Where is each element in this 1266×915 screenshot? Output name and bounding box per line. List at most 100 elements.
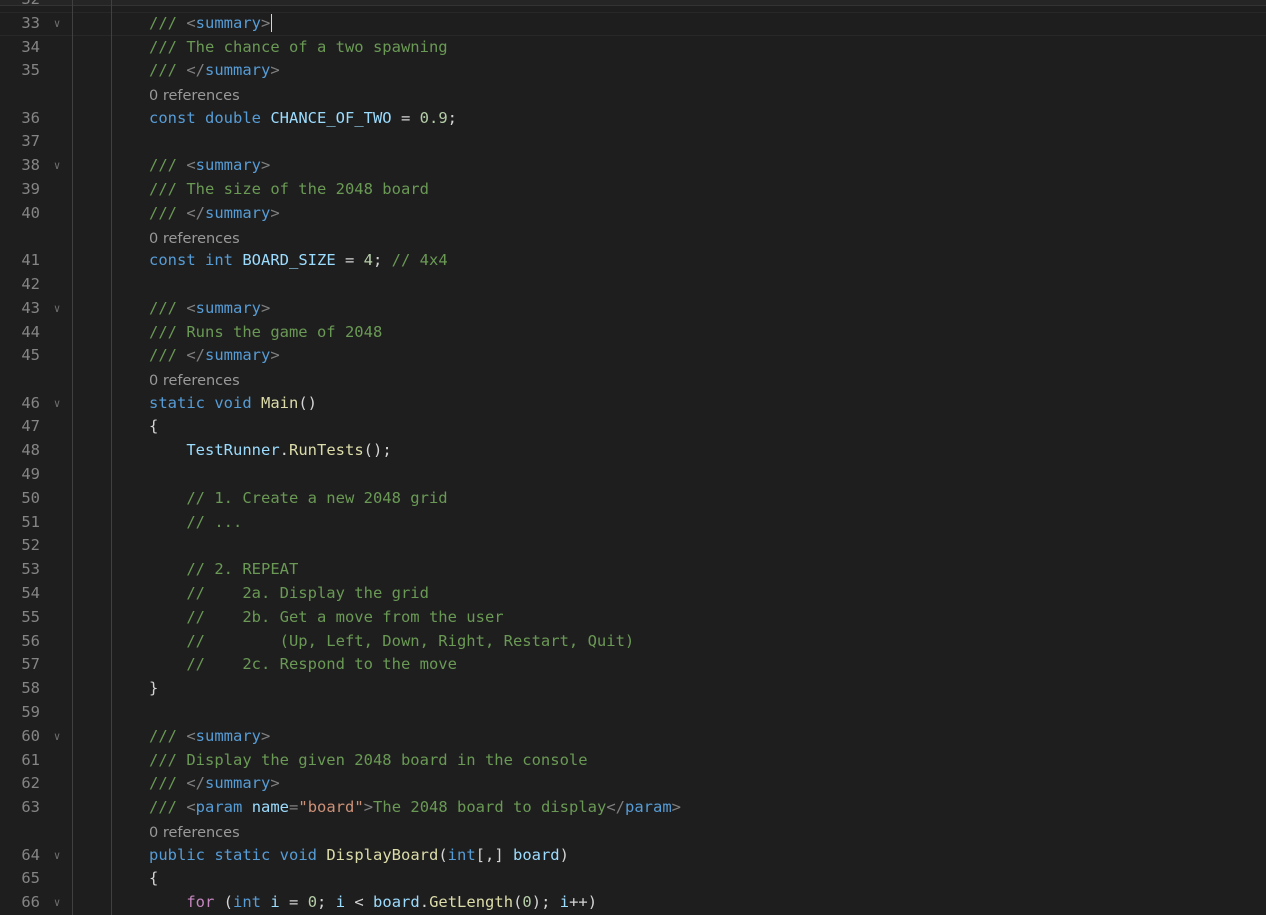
code-line[interactable]: 32 — [0, 0, 1266, 12]
indent-guide — [72, 891, 73, 915]
code-line[interactable]: 57 // 2c. Respond to the move — [0, 653, 1266, 678]
code-token: < — [186, 798, 196, 817]
line-code[interactable]: TestRunner.RunTests(); — [149, 439, 391, 463]
line-code[interactable]: // 2. REPEAT — [149, 558, 298, 582]
chevron-down-icon[interactable]: ∨ — [50, 12, 64, 36]
code-lens-references[interactable]: 0 references — [149, 226, 240, 252]
code-token: summary — [205, 774, 271, 793]
code-token: /// — [149, 298, 187, 317]
code-line[interactable]: 55 // 2b. Get a move from the user — [0, 605, 1266, 630]
code-lens-references[interactable]: 0 references — [149, 368, 240, 394]
line-code[interactable]: /// <summary> — [149, 297, 270, 321]
code-line[interactable]: 63/// <param name="board">The 2048 board… — [0, 796, 1266, 820]
indent-guide — [111, 296, 112, 321]
line-code[interactable]: // 1. Create a new 2048 grid — [149, 487, 447, 511]
line-code[interactable]: /// The chance of a two spawning — [149, 36, 448, 60]
line-code[interactable]: public static void DisplayBoard(int[,] b… — [149, 844, 569, 868]
code-lens-row[interactable]: 0 references — [0, 225, 1266, 252]
code-token: void — [214, 393, 261, 412]
indent-guide — [72, 463, 73, 487]
line-code[interactable]: /// </summary> — [149, 59, 280, 83]
line-code[interactable]: // 2c. Respond to the move — [149, 653, 457, 677]
code-token: ( — [438, 845, 448, 864]
indent-guide — [72, 225, 73, 250]
chevron-down-icon[interactable]: ∨ — [50, 725, 64, 749]
chevron-down-icon[interactable]: ∨ — [50, 154, 64, 178]
code-lens-row[interactable]: 0 references — [0, 820, 1266, 844]
indent-guide — [111, 534, 112, 559]
code-line[interactable]: 50 // 1. Create a new 2048 grid — [0, 486, 1266, 511]
line-code[interactable]: // 2b. Get a move from the user — [149, 606, 503, 630]
line-code[interactable]: { — [149, 867, 158, 891]
code-line[interactable]: 48 TestRunner.RunTests(); — [0, 439, 1266, 464]
code-line[interactable]: 38 ∨ /// <summary> — [0, 154, 1266, 179]
line-code[interactable]: // 2a. Display the grid — [149, 582, 429, 606]
code-line[interactable]: 47 { — [0, 415, 1266, 440]
code-token: 0.9 — [419, 108, 448, 127]
code-lens-references[interactable]: 0 references — [149, 83, 240, 109]
code-line[interactable]: 44 /// Runs the game of 2048 — [0, 320, 1266, 345]
code-line[interactable]: 40 /// </summary> — [0, 201, 1266, 226]
line-code[interactable]: // (Up, Left, Down, Right, Restart, Quit… — [149, 630, 634, 654]
code-line[interactable]: 59 — [0, 701, 1266, 725]
line-number: 57 — [21, 655, 40, 674]
code-line[interactable]: 51 // ... — [0, 510, 1266, 535]
code-line[interactable]: 54 // 2a. Display the grid — [0, 582, 1266, 606]
line-code[interactable]: /// <param name="board">The 2048 board t… — [149, 796, 681, 820]
line-code[interactable]: /// </summary> — [149, 202, 280, 226]
code-line[interactable]: 43 ∨ /// <summary> — [0, 296, 1266, 321]
code-line[interactable]: 62 /// </summary> — [0, 772, 1266, 797]
code-line[interactable]: 35 /// </summary> — [0, 59, 1266, 84]
indent-guide — [72, 677, 73, 702]
line-code[interactable]: /// <summary> — [149, 154, 270, 178]
line-code[interactable]: /// Runs the game of 2048 — [149, 321, 382, 345]
line-code[interactable]: /// <summary> — [149, 725, 270, 749]
code-lens-references[interactable]: 0 references — [149, 820, 240, 846]
line-code[interactable]: static void Main() — [149, 392, 317, 416]
chevron-down-icon[interactable]: ∨ — [50, 392, 64, 416]
code-token: > — [363, 798, 374, 817]
code-line[interactable]: 58} — [0, 677, 1266, 702]
indent-guide — [111, 106, 112, 131]
code-line[interactable]: 41 const int BOARD_SIZE = 4; // 4x4 — [0, 249, 1266, 273]
code-token: > — [261, 13, 271, 32]
code-line[interactable]: 56 // (Up, Left, Down, Right, Restart, Q… — [0, 629, 1266, 654]
line-code[interactable]: /// The size of the 2048 board — [149, 178, 429, 202]
code-line[interactable]: 45 /// </summary> — [0, 344, 1266, 369]
line-code[interactable]: /// <summary> — [149, 12, 273, 36]
code-line[interactable]: 42 — [0, 272, 1266, 297]
code-line[interactable]: 52 — [0, 534, 1266, 559]
code-token: const — [149, 251, 205, 270]
code-line[interactable]: 66 ∨ for (int i = 0; i < board.GetLength(… — [0, 891, 1266, 915]
code-lens-row[interactable]: 0 references — [0, 83, 1266, 107]
indent-guide — [111, 439, 112, 464]
code-editor[interactable]: 3233∨/// <summary>34/// The chance of a … — [0, 0, 1266, 915]
code-line[interactable]: 46 ∨ static void Main() — [0, 391, 1266, 416]
code-lens-row[interactable]: 0 references — [0, 368, 1266, 392]
line-code[interactable]: for (int i = 0; i < board.GetLength(0); … — [149, 891, 597, 915]
line-code[interactable]: const double CHANCE_OF_TWO = 0.9; — [149, 107, 457, 131]
line-code[interactable]: const int BOARD_SIZE = 4; // 4x4 — [149, 249, 448, 273]
code-line[interactable]: 65 { — [0, 867, 1266, 892]
line-code[interactable]: /// Display the given 2048 board in the … — [149, 749, 588, 773]
code-line[interactable]: 60 ∨ /// <summary> — [0, 724, 1266, 749]
line-code[interactable]: /// </summary> — [149, 344, 280, 368]
line-code[interactable]: { — [149, 415, 158, 439]
code-line[interactable]: 37 — [0, 130, 1266, 155]
chevron-down-icon[interactable]: ∨ — [50, 844, 64, 868]
code-line[interactable]: 49 — [0, 463, 1266, 487]
chevron-down-icon[interactable]: ∨ — [50, 297, 64, 321]
code-line[interactable]: 36 const double CHANCE_OF_TWO = 0.9; — [0, 106, 1266, 131]
chevron-down-icon[interactable]: ∨ — [50, 891, 64, 915]
code-line[interactable]: 39 /// The size of the 2048 board — [0, 178, 1266, 202]
code-line[interactable]: 34 /// The chance of a two spawning — [0, 35, 1266, 60]
code-line[interactable]: 33 ∨ /// <summary> — [0, 11, 1266, 36]
line-code[interactable]: } — [149, 677, 158, 701]
line-code[interactable]: /// </summary> — [149, 772, 280, 796]
line-code[interactable]: // ... — [149, 511, 242, 535]
code-token: GetLength — [429, 893, 514, 912]
code-line[interactable]: 64 ∨ public static void DisplayBoard(int[,… — [0, 843, 1266, 868]
code-line[interactable]: 61 /// Display the given 2048 board in th… — [0, 748, 1266, 773]
code-token: ); — [531, 893, 560, 912]
code-line[interactable]: 53 // 2. REPEAT — [0, 558, 1266, 583]
